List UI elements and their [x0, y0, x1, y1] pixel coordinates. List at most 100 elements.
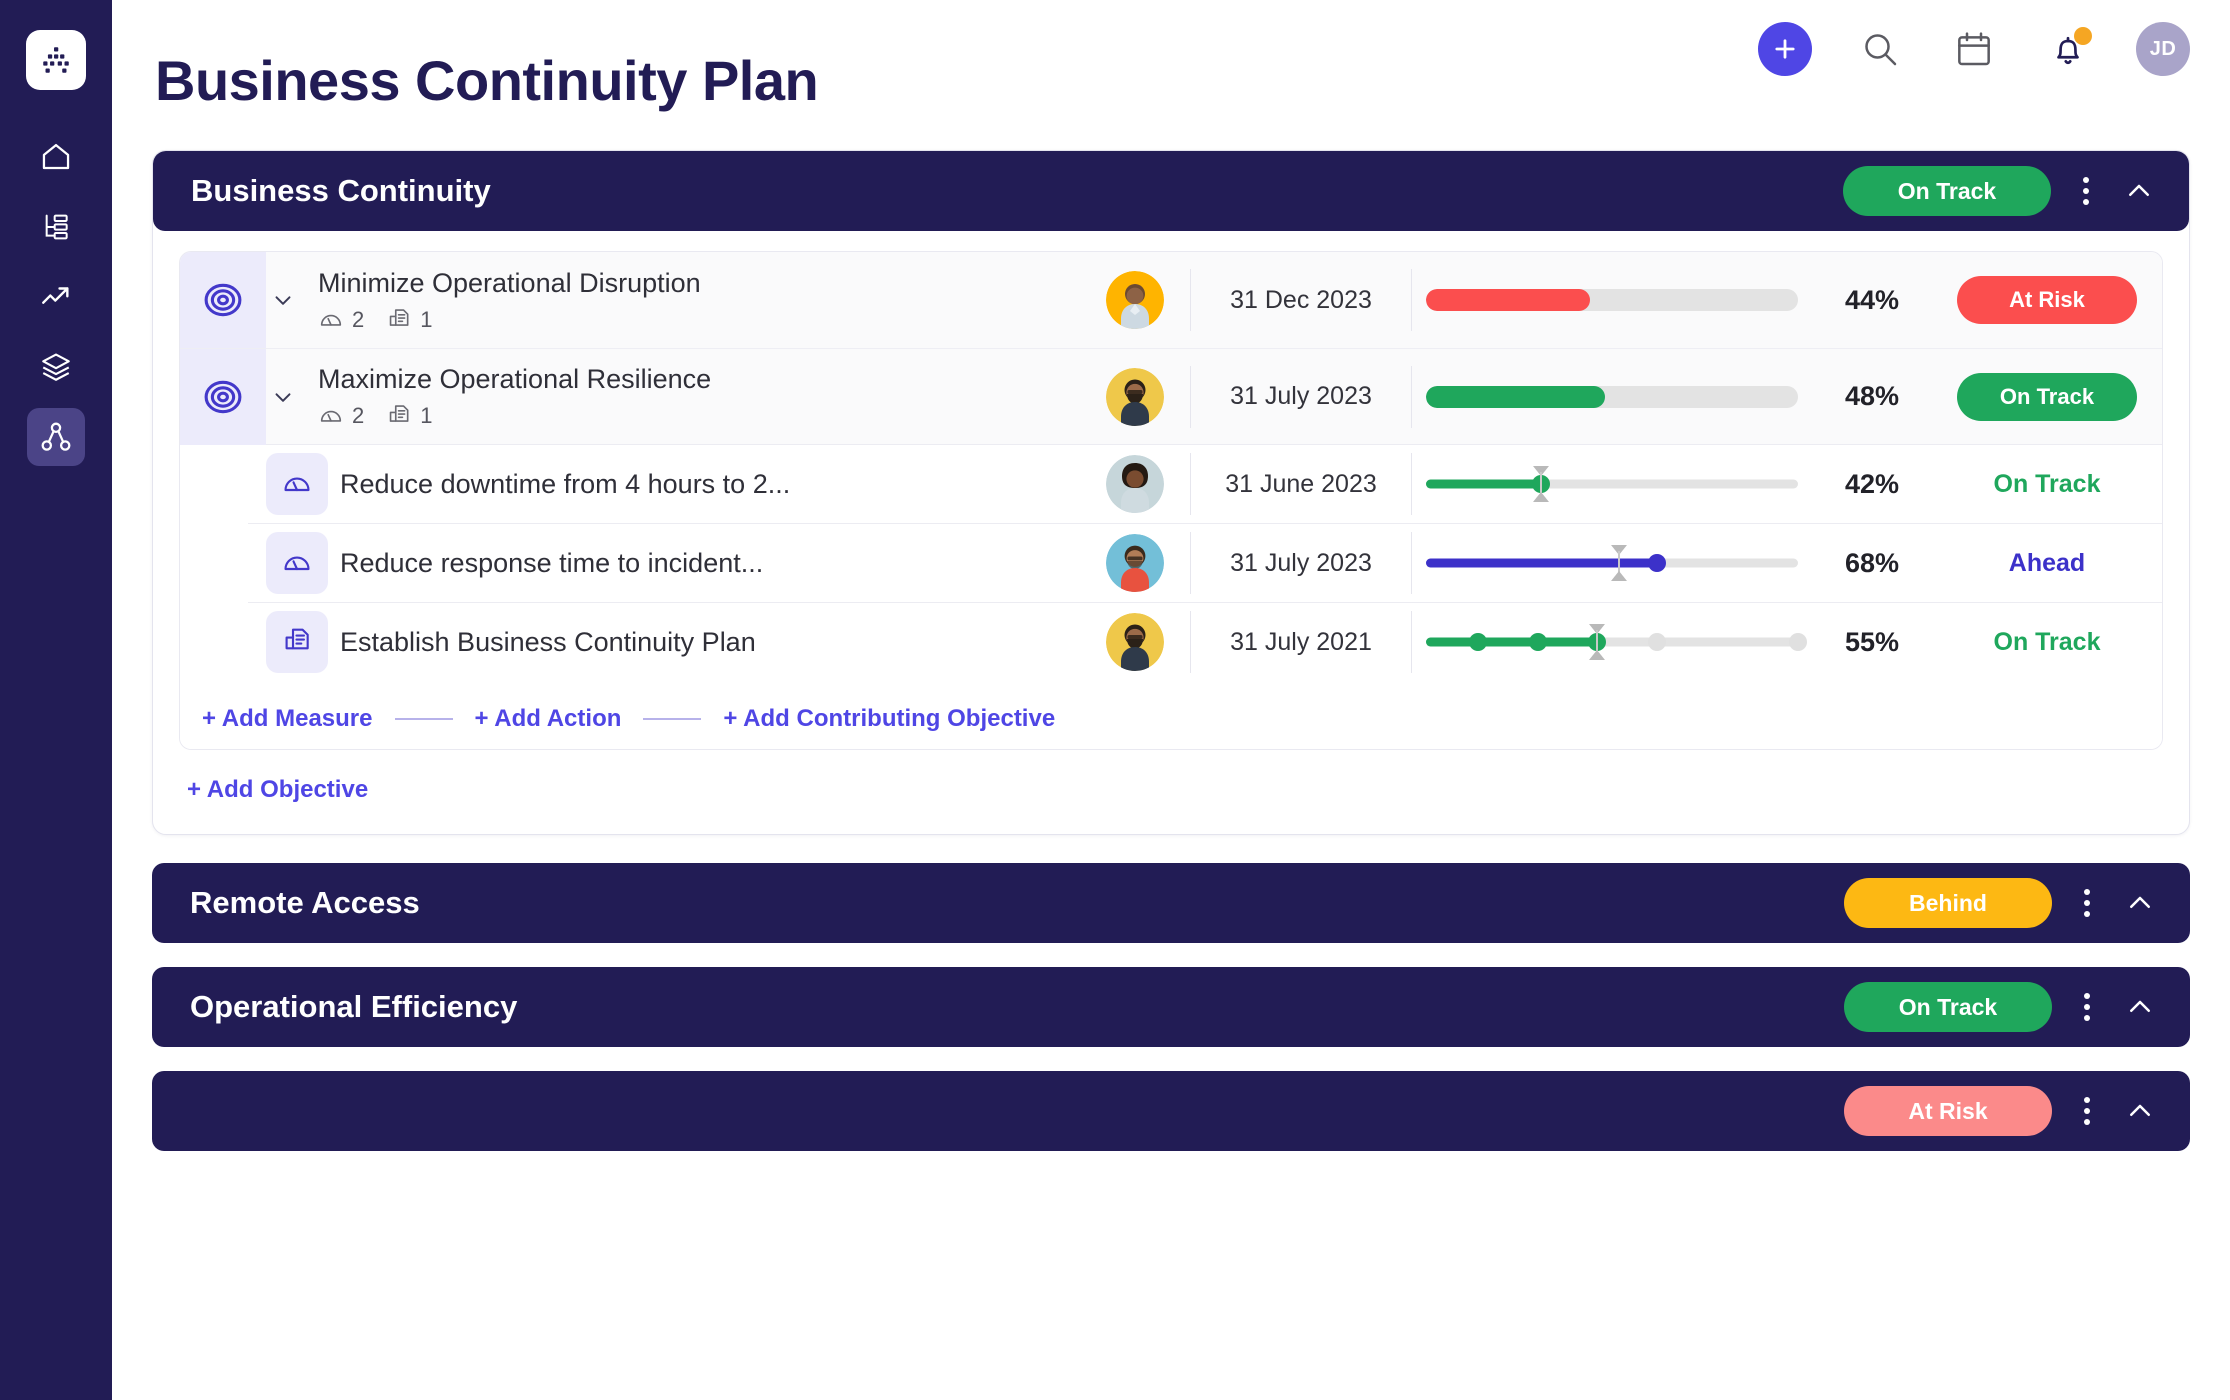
goal-body: Minimize Operational Disruption 2 1 31 D… — [153, 231, 2189, 834]
add-objective-link[interactable]: + Add Objective — [179, 750, 368, 810]
owner-avatar-cell[interactable] — [1080, 534, 1190, 592]
objective-name: Maximize Operational Resilience — [318, 364, 712, 394]
status-badge[interactable]: At Risk — [1957, 276, 2137, 324]
goal-status-badge[interactable]: On Track — [1843, 166, 2051, 216]
goal-card-remote-access[interactable]: Remote Access Behind — [152, 863, 2190, 943]
goal-title: Business Continuity — [191, 173, 491, 208]
slider[interactable] — [1426, 543, 1798, 583]
link-divider — [643, 718, 702, 720]
home-icon — [42, 143, 70, 170]
measure-progress-label: 55% — [1844, 626, 1900, 657]
chevron-up-icon — [2130, 896, 2150, 908]
owner-avatar-cell[interactable] — [1080, 613, 1190, 671]
goal-collapse-icon[interactable] — [2118, 881, 2162, 925]
actions-count-chip: 1 — [386, 306, 433, 333]
owner-avatar-cell[interactable] — [1080, 367, 1190, 426]
goal-card-partial[interactable]: At Risk — [152, 1071, 2190, 1151]
add-action-link[interactable]: + Add Action — [475, 705, 622, 733]
goal-card-operational-efficiency[interactable]: Operational Efficiency On Track — [152, 967, 2190, 1047]
target-icon-tile — [180, 348, 266, 445]
avatar-man-yellow2 — [1106, 613, 1164, 671]
actions-count: 1 — [420, 403, 433, 428]
goal-more-menu-icon[interactable] — [2064, 993, 2110, 1021]
chevron-up-icon — [2129, 184, 2149, 196]
milestone-dot — [1528, 633, 1547, 651]
sidebar-item-analytics[interactable] — [27, 268, 85, 326]
user-avatar[interactable]: JD — [2136, 22, 2190, 76]
page-title: Business Continuity Plan — [155, 49, 819, 112]
action-doc-icon — [389, 308, 409, 326]
measure-slider[interactable] — [1412, 464, 1812, 504]
slider-target-marker[interactable] — [1611, 543, 1628, 583]
measure-row[interactable]: Reduce response time to incident... 31 J… — [248, 524, 2162, 602]
slider-fill — [1426, 637, 1598, 647]
measure-name: Reduce downtime from 4 hours to 2... — [340, 468, 791, 499]
actions-count: 1 — [420, 306, 433, 332]
goal-status-badge[interactable]: At Risk — [1844, 1086, 2052, 1136]
goal-collapse-icon[interactable] — [2117, 169, 2161, 213]
action-doc-icon — [285, 628, 309, 650]
measure-row-wrapper: Establish Business Continuity Plan 31 Ju… — [248, 602, 2162, 681]
add-measure-link[interactable]: + Add Measure — [202, 705, 373, 733]
measure-status-cell: On Track — [1932, 470, 2162, 499]
notifications-button[interactable] — [2042, 23, 2094, 75]
objective-row[interactable]: Maximize Operational Resilience 2 1 31 J… — [180, 348, 2162, 445]
slider-target-marker[interactable] — [1533, 464, 1550, 504]
objectives-container: Minimize Operational Disruption 2 1 31 D… — [179, 251, 2163, 750]
slider[interactable] — [1426, 622, 1807, 662]
progress-fill — [1426, 289, 1590, 311]
measure-slider[interactable] — [1412, 543, 1812, 583]
list-tree-icon — [45, 214, 68, 240]
network-nodes-icon — [41, 422, 71, 451]
goal-status-badge[interactable]: Behind — [1844, 878, 2052, 928]
gauge-icon — [320, 410, 342, 422]
slider-target-marker[interactable] — [1589, 622, 1606, 662]
goal-status-badge[interactable]: On Track — [1844, 982, 2052, 1032]
measure-name: Establish Business Continuity Plan — [340, 626, 756, 657]
calendar-button[interactable] — [1948, 23, 2000, 75]
goal-collapse-icon[interactable] — [2118, 1089, 2162, 1133]
avatar-man-beard — [1106, 367, 1164, 426]
measure-row[interactable]: Reduce downtime from 4 hours to 2... 31 … — [248, 445, 2162, 523]
trending-up-icon — [42, 287, 69, 304]
slider-end-cap — [1647, 554, 1666, 572]
app-logo[interactable] — [26, 30, 86, 90]
sidebar-item-home[interactable] — [27, 128, 85, 186]
milestone-end-cap — [1789, 633, 1807, 651]
objective-due-date: 31 Dec 2023 — [1230, 285, 1372, 314]
objective-row[interactable]: Minimize Operational Disruption 2 1 31 D… — [180, 252, 2162, 348]
measure-row-wrapper: Reduce downtime from 4 hours to 2... 31 … — [248, 444, 2162, 523]
goal-title: Operational Efficiency — [190, 989, 518, 1024]
objective-expand-caret[interactable] — [266, 287, 300, 313]
goal-header[interactable]: Business Continuity On Track — [153, 151, 2189, 231]
goal-title: Remote Access — [190, 885, 420, 920]
target-icon-tile — [180, 252, 266, 348]
chevron-up-icon — [2130, 1104, 2150, 1116]
goal-more-menu-icon[interactable] — [2064, 889, 2110, 917]
topbar: Business Continuity Plan JD — [112, 0, 2230, 130]
owner-avatar-cell[interactable] — [1080, 271, 1190, 329]
objective-expand-caret[interactable] — [266, 384, 300, 410]
owner-avatar-cell[interactable] — [1080, 455, 1190, 513]
status-text: Ahead — [2008, 548, 2086, 577]
status-badge[interactable]: On Track — [1957, 372, 2137, 421]
goal-collapse-icon[interactable] — [2118, 985, 2162, 1029]
goal-more-menu-icon[interactable] — [2063, 177, 2109, 205]
objective-meta: 2 1 — [318, 403, 1080, 429]
add-contributing-objective-link[interactable]: + Add Contributing Objective — [723, 705, 1055, 733]
search-button[interactable] — [1854, 23, 1906, 75]
goal-more-menu-icon[interactable] — [2064, 1097, 2110, 1125]
slider[interactable] — [1426, 464, 1798, 504]
sidebar-item-layers[interactable] — [27, 338, 85, 396]
progress-track — [1426, 289, 1798, 311]
add-button[interactable] — [1758, 22, 1812, 76]
measure-name: Reduce response time to incident... — [340, 547, 764, 578]
measure-milestone-slider[interactable] — [1412, 622, 1812, 662]
measure-row[interactable]: Establish Business Continuity Plan 31 Ju… — [248, 603, 2162, 681]
search-icon — [1865, 34, 1897, 66]
measure-status-cell: Ahead — [1932, 549, 2162, 578]
layers-icon — [42, 353, 70, 381]
sidebar-item-plans[interactable] — [27, 198, 85, 256]
measures-count: 2 — [352, 306, 365, 332]
sidebar-item-strategy-map[interactable] — [27, 408, 85, 466]
